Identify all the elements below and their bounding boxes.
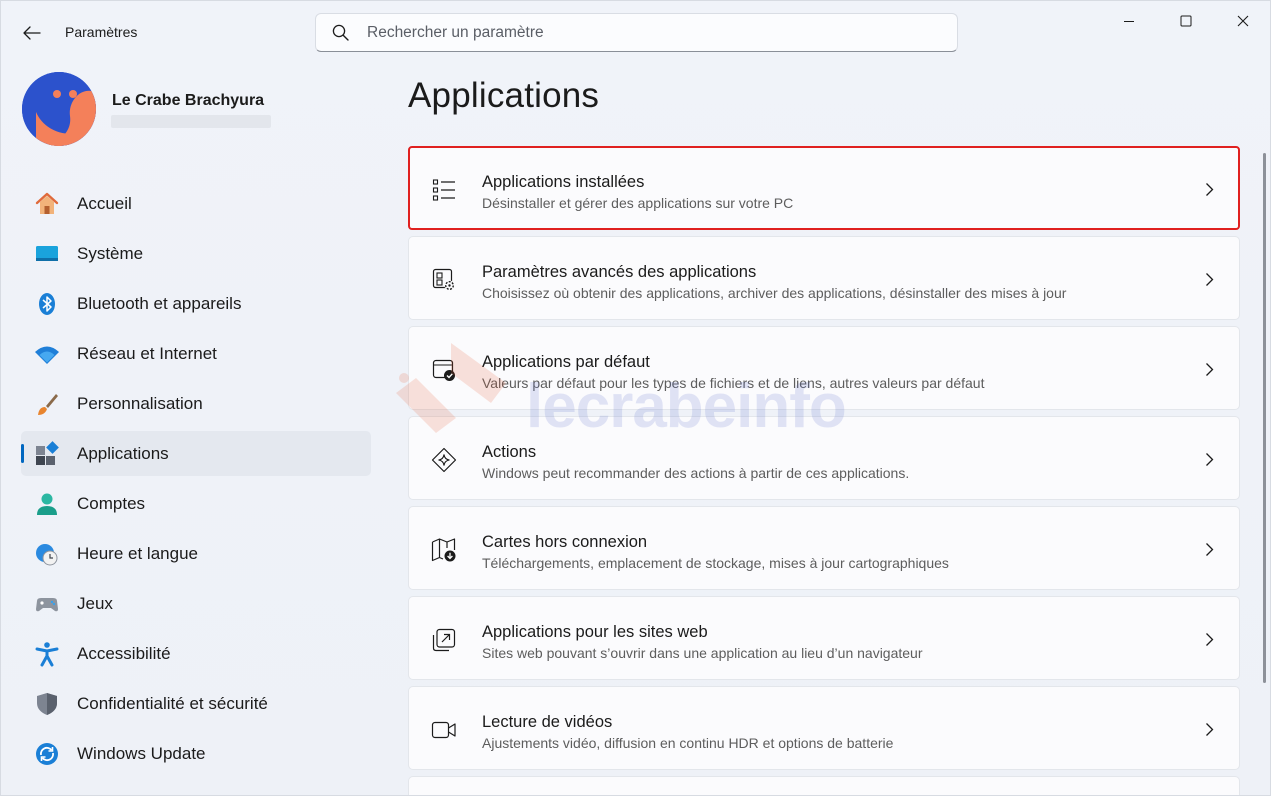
- sidebar-item-label: Confidentialité et sécurité: [77, 693, 268, 713]
- back-arrow-icon: [23, 26, 41, 40]
- chevron-right-icon: [1201, 360, 1217, 378]
- card-installed-apps[interactable]: Applications installées Désinstaller et …: [408, 146, 1240, 230]
- search-box[interactable]: Rechercher un paramètre: [315, 13, 958, 52]
- chevron-right-icon: [1201, 180, 1217, 198]
- scrollbar-thumb[interactable]: [1263, 153, 1266, 683]
- card-title: Cartes hors connexion: [482, 533, 648, 551]
- sidebar-item-comptes[interactable]: Comptes: [21, 481, 371, 526]
- card-offline-maps[interactable]: Cartes hors connexion Téléchargements, e…: [408, 506, 1240, 590]
- sidebar-item-label: Comptes: [77, 493, 146, 513]
- card-title: Applications installées: [482, 173, 645, 191]
- sidebar-item-label: Système: [77, 243, 144, 263]
- chevron-right-icon: [1201, 450, 1217, 468]
- card-description: Sites web pouvant s’ouvrir dans une appl…: [482, 645, 923, 661]
- card-advanced-app-settings[interactable]: Paramètres avancés des applications Choi…: [408, 236, 1240, 320]
- update-icon: [34, 741, 60, 767]
- search-icon: [332, 24, 349, 41]
- card-description: Valeurs par défaut pour les types de fic…: [482, 375, 985, 391]
- minimize-button[interactable]: [1100, 1, 1157, 41]
- avatar: [22, 72, 96, 146]
- home-icon: [34, 191, 60, 217]
- sidebar-nav: Accueil Système Bluetooth et appareils R…: [21, 181, 371, 781]
- sidebar-item-label: Accessibilité: [77, 643, 171, 663]
- card-title: Applications pour les sites web: [482, 623, 708, 641]
- maximize-button[interactable]: [1157, 1, 1214, 41]
- card-default-apps[interactable]: Applications par défaut Valeurs par défa…: [408, 326, 1240, 410]
- user-name: Le Crabe Brachyura: [112, 92, 265, 109]
- sidebar-item-reseau[interactable]: Réseau et Internet: [21, 331, 371, 376]
- actions-sparkle-icon: [431, 447, 457, 473]
- card-video-playback[interactable]: Lecture de vidéos Ajustements vidéo, dif…: [408, 686, 1240, 770]
- shield-icon: [34, 691, 60, 717]
- default-apps-icon: [431, 357, 457, 383]
- brush-icon: [34, 391, 60, 417]
- sidebar-item-accueil[interactable]: Accueil: [21, 181, 371, 226]
- card-description: Désinstaller et gérer des applications s…: [482, 195, 794, 211]
- chevron-right-icon: [1201, 540, 1217, 558]
- sidebar-item-confidentialite[interactable]: Confidentialité et sécurité: [21, 681, 371, 726]
- clock-globe-icon: [34, 541, 60, 567]
- sidebar-item-label: Personnalisation: [77, 393, 203, 413]
- chevron-right-icon: [1201, 720, 1217, 738]
- account-icon: [34, 491, 60, 517]
- card-description: Téléchargements, emplacement de stockage…: [482, 555, 949, 571]
- sidebar-item-applications[interactable]: Applications: [21, 431, 371, 476]
- card-title: Applications par défaut: [482, 353, 650, 371]
- card-apps-for-websites[interactable]: Applications pour les sites web Sites we…: [408, 596, 1240, 680]
- sidebar-item-jeux[interactable]: Jeux: [21, 581, 371, 626]
- user-email-redacted: [111, 115, 271, 128]
- page-title: Applications: [408, 76, 600, 115]
- sidebar-item-bluetooth[interactable]: Bluetooth et appareils: [21, 281, 371, 326]
- app-title: Paramètres: [65, 24, 138, 40]
- settings-card-list: Applications installées Désinstaller et …: [408, 146, 1240, 795]
- system-icon: [34, 241, 60, 267]
- card-actions[interactable]: Actions Windows peut recommander des act…: [408, 416, 1240, 500]
- apps-for-websites-icon: [431, 627, 457, 653]
- gamepad-icon: [34, 591, 60, 617]
- video-camera-icon: [431, 717, 457, 743]
- card-title: Paramètres avancés des applications: [482, 263, 757, 281]
- card-description: Ajustements vidéo, diffusion en continu …: [482, 735, 894, 751]
- installed-apps-list-icon: [431, 177, 457, 203]
- sidebar-item-systeme[interactable]: Système: [21, 231, 371, 276]
- offline-maps-icon: [431, 537, 457, 563]
- settings-window: Paramètres Rechercher un paramètre Le Cr…: [0, 0, 1271, 796]
- apps-icon: [34, 440, 60, 467]
- bluetooth-icon: [34, 291, 60, 317]
- card-description: Choisissez où obtenir des applications, …: [482, 285, 1067, 301]
- card-description: Windows peut recommander des actions à p…: [482, 465, 910, 481]
- chevron-right-icon: [1201, 630, 1217, 648]
- card-title: Actions: [482, 443, 537, 461]
- wifi-icon: [34, 341, 60, 367]
- sidebar-item-label: Réseau et Internet: [77, 343, 217, 363]
- sidebar-item-label: Bluetooth et appareils: [77, 293, 242, 313]
- sidebar-item-label: Accueil: [77, 193, 132, 213]
- advanced-app-settings-icon: [431, 267, 457, 293]
- card-partial-next[interactable]: [408, 776, 1240, 795]
- sidebar-item-label: Heure et langue: [77, 543, 198, 563]
- sidebar-item-accessibilite[interactable]: Accessibilité: [21, 631, 371, 676]
- minimize-icon: [1123, 21, 1134, 22]
- maximize-icon: [1180, 15, 1191, 27]
- close-icon: [1237, 15, 1248, 27]
- sidebar-item-label: Applications: [77, 443, 169, 463]
- title-bar: Paramètres Rechercher un paramètre: [1, 1, 1270, 65]
- sidebar-item-windows-update[interactable]: Windows Update: [21, 731, 371, 776]
- close-button[interactable]: [1214, 1, 1270, 41]
- accessibility-icon: [34, 641, 60, 667]
- search-placeholder: Rechercher un paramètre: [367, 23, 544, 41]
- sidebar-item-label: Windows Update: [77, 743, 206, 763]
- card-title: Lecture de vidéos: [482, 713, 613, 731]
- sidebar-item-personnalisation[interactable]: Personnalisation: [21, 381, 371, 426]
- sidebar-item-heure-langue[interactable]: Heure et langue: [21, 531, 371, 576]
- sidebar-item-label: Jeux: [77, 593, 113, 613]
- chevron-right-icon: [1201, 270, 1217, 288]
- back-button[interactable]: [15, 19, 49, 47]
